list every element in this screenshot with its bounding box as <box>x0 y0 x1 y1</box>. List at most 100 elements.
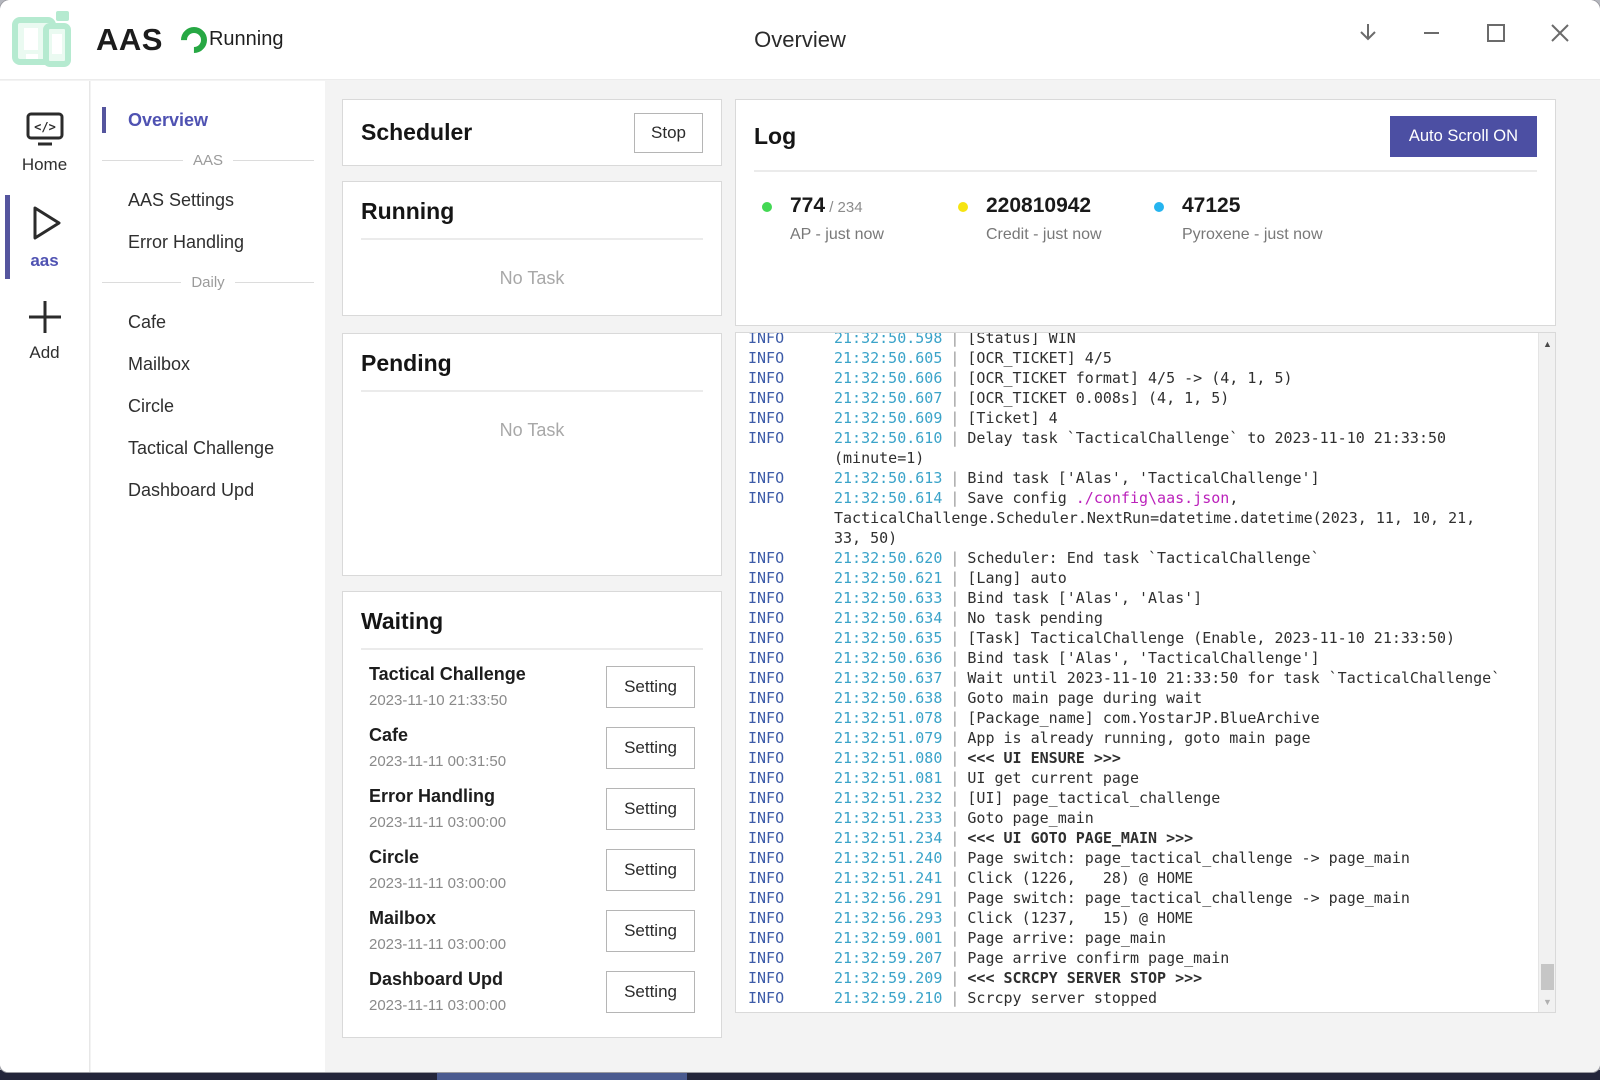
log-line: INFO21:32:50.609|[Ticket] 4 <box>748 408 1538 428</box>
pending-card: Pending No Task <box>342 333 722 576</box>
pending-title: Pending <box>361 350 703 377</box>
sidebar-group-label: Daily <box>191 274 224 291</box>
rail-item-label: Add <box>29 343 59 363</box>
waiting-card: Waiting Tactical Challenge 2023-11-10 21:… <box>342 591 722 1038</box>
log-line: INFO21:32:50.634|No task pending <box>748 608 1538 628</box>
running-spinner-icon <box>176 21 213 58</box>
sidebar-item-cafe[interactable]: Cafe <box>102 301 314 343</box>
pending-empty-text: No Task <box>361 420 703 441</box>
setting-button-circle[interactable]: Setting <box>606 849 695 891</box>
sidebar-group-divider-aas: AAS <box>102 141 314 179</box>
log-scrollbar[interactable]: ▲ ▼ <box>1538 333 1555 1012</box>
log-header-card: Log Auto Scroll ON 774 / 234AP - just no… <box>735 99 1556 326</box>
waiting-title: Waiting <box>361 608 703 635</box>
sidebar-item-dashboard-upd[interactable]: Dashboard Upd <box>102 469 314 511</box>
log-line: INFO21:32:59.207|Page arrive confirm pag… <box>748 948 1538 968</box>
log-line: (minute=1) <box>748 448 1538 468</box>
log-line: INFO21:32:59.210|Scrcpy server stopped <box>748 988 1538 1008</box>
log-line: INFO21:32:51.233|Goto page_main <box>748 808 1538 828</box>
dashboard-stats: 774 / 234AP - just now220810942Credit - … <box>754 194 1537 244</box>
setting-button-dashboard-upd[interactable]: Setting <box>606 971 695 1013</box>
app-logo-icon <box>10 8 74 72</box>
log-line: INFO21:32:50.607|[OCR_TICKET 0.008s] (4,… <box>748 388 1538 408</box>
minimize-button[interactable] <box>1418 19 1446 47</box>
waiting-task-row-circle: Circle 2023-11-11 03:00:00 Setting <box>361 839 703 900</box>
scrollbar-thumb[interactable] <box>1541 964 1554 990</box>
waiting-task-time: 2023-11-10 21:33:50 <box>369 692 526 709</box>
log-line: INFO21:32:51.079|App is already running,… <box>748 728 1538 748</box>
waiting-task-name: Circle <box>369 847 506 868</box>
sidebar-item-circle[interactable]: Circle <box>102 385 314 427</box>
log-line: INFO21:32:51.241|Click (1226, 28) @ HOME <box>748 868 1538 888</box>
titlebar: AAS Running Overview <box>0 0 1600 80</box>
rail-item-home[interactable]: </> Home <box>0 101 89 187</box>
scroll-up-arrow-icon[interactable]: ▲ <box>1539 335 1556 352</box>
svg-text:</>: </> <box>34 120 56 134</box>
setting-button-tactical-challenge[interactable]: Setting <box>606 666 695 708</box>
page-title: Overview <box>754 27 846 53</box>
setting-button-cafe[interactable]: Setting <box>606 727 695 769</box>
sidebar-item-aas-settings[interactable]: AAS Settings <box>102 179 314 221</box>
log-line: TacticalChallenge.Scheduler.NextRun=date… <box>748 508 1538 528</box>
waiting-task-time: 2023-11-11 03:00:00 <box>369 875 506 892</box>
log-line: INFO21:32:50.637|Wait until 2023-11-10 2… <box>748 668 1538 688</box>
log-line: INFO21:32:50.614|Save config ./config\aa… <box>748 488 1538 508</box>
log-line: INFO21:32:50.638|Goto main page during w… <box>748 688 1538 708</box>
log-line: INFO21:32:51.081|UI get current page <box>748 768 1538 788</box>
waiting-task-name: Mailbox <box>369 908 506 929</box>
waiting-task-name: Tactical Challenge <box>369 664 526 685</box>
scheduler-status-text: Running <box>209 28 284 51</box>
log-line: INFO21:32:50.605|[OCR_TICKET] 4/5 <box>748 348 1538 368</box>
waiting-task-time: 2023-11-11 03:00:00 <box>369 936 506 953</box>
running-card: Running No Task <box>342 181 722 316</box>
sidebar-item-error-handling[interactable]: Error Handling <box>102 221 314 263</box>
download-update-icon[interactable] <box>1354 19 1382 47</box>
rail-item-aas[interactable]: aas <box>0 191 89 283</box>
setting-button-mailbox[interactable]: Setting <box>606 910 695 952</box>
waiting-task-time: 2023-11-11 03:00:00 <box>369 814 506 831</box>
maximize-button[interactable] <box>1482 19 1510 47</box>
waiting-task-name: Error Handling <box>369 786 506 807</box>
scheduler-card: Scheduler Stop <box>342 99 722 166</box>
rail-item-label: aas <box>30 251 58 271</box>
stat-label: Credit - just now <box>986 226 1102 244</box>
log-output-card: INFO21:32:50.598|[Status] WININFO21:32:5… <box>735 332 1556 1013</box>
sidebar-item-tactical-challenge[interactable]: Tactical Challenge <box>102 427 314 469</box>
waiting-task-name: Dashboard Upd <box>369 969 506 990</box>
primary-rail: </> Home aas Add <box>0 81 90 1072</box>
sidebar-item-overview[interactable]: Overview <box>102 99 314 141</box>
log-line: 33, 50) <box>748 528 1538 548</box>
waiting-task-name: Cafe <box>369 725 506 746</box>
stat-label: AP - just now <box>790 226 884 244</box>
log-line: INFO21:32:50.621|[Lang] auto <box>748 568 1538 588</box>
log-line: INFO21:32:51.240|Page switch: page_tacti… <box>748 848 1538 868</box>
setting-button-error-handling[interactable]: Setting <box>606 788 695 830</box>
auto-scroll-toggle-button[interactable]: Auto Scroll ON <box>1390 116 1537 157</box>
status-dot-icon <box>958 202 968 212</box>
waiting-task-row-cafe: Cafe 2023-11-11 00:31:50 Setting <box>361 717 703 778</box>
log-output[interactable]: INFO21:32:50.598|[Status] WININFO21:32:5… <box>736 333 1538 1012</box>
stat-value: 47125 <box>1182 194 1323 218</box>
close-button[interactable] <box>1546 19 1574 47</box>
status-dot-icon <box>1154 202 1164 212</box>
stop-button[interactable]: Stop <box>634 113 703 153</box>
waiting-task-time: 2023-11-11 00:31:50 <box>369 753 506 770</box>
sidebar-nav: OverviewAASAAS SettingsError Handling Dai… <box>91 81 325 1072</box>
log-line: INFO21:32:51.232|[UI] page_tactical_chal… <box>748 788 1538 808</box>
log-line: INFO21:32:51.234|<<< UI GOTO PAGE_MAIN >… <box>748 828 1538 848</box>
log-title: Log <box>754 123 796 150</box>
waiting-task-row-tactical-challenge: Tactical Challenge 2023-11-10 21:33:50 Set… <box>361 656 703 717</box>
status-dot-icon <box>762 202 772 212</box>
scroll-down-arrow-icon[interactable]: ▼ <box>1539 993 1556 1010</box>
running-empty-text: No Task <box>361 268 703 289</box>
log-line: INFO21:32:51.080|<<< UI ENSURE >>> <box>748 748 1538 768</box>
sidebar-item-mailbox[interactable]: Mailbox <box>102 343 314 385</box>
stat-label: Pyroxene - just now <box>1182 226 1323 244</box>
waiting-task-row-dashboard-upd: Dashboard Upd2023-11-11 03:00:00Setting <box>361 961 703 1022</box>
waiting-task-row-error-handling: Error Handling 2023-11-11 03:00:00 Setting <box>361 778 703 839</box>
home-code-monitor-icon: </> <box>24 111 66 149</box>
rail-item-add[interactable]: Add <box>0 287 89 375</box>
sidebar-group-divider-daily: Daily <box>102 263 314 301</box>
scheduler-title: Scheduler <box>361 119 472 146</box>
log-line: INFO21:32:50.635|[Task] TacticalChalleng… <box>748 628 1538 648</box>
